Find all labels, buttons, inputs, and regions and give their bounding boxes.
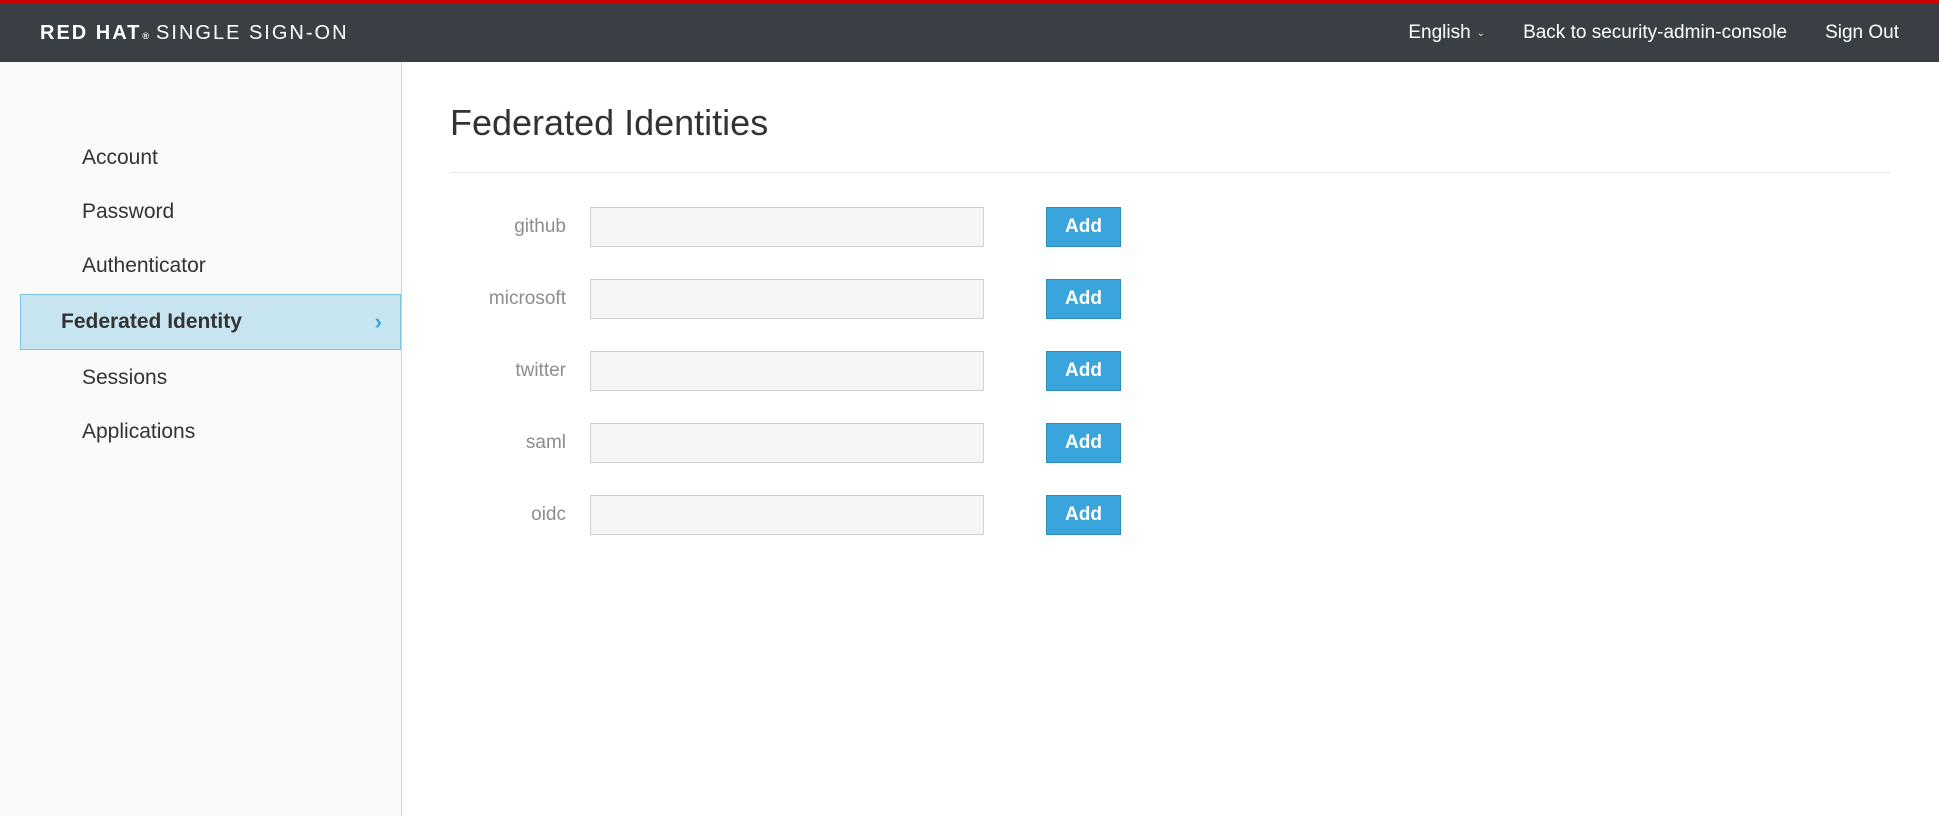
sidebar-item-account[interactable]: Account›	[20, 132, 381, 184]
provider-input-twitter	[590, 351, 984, 391]
add-button-microsoft[interactable]: Add	[1046, 279, 1121, 319]
sidebar-item-label: Account	[82, 146, 158, 170]
brand-strong: RED HAT	[40, 22, 141, 45]
sidebar-item-label: Password	[82, 200, 174, 224]
chevron-down-icon: ⌄	[1477, 28, 1485, 39]
provider-row-twitter: twitter Add	[450, 351, 1891, 391]
sign-out-label: Sign Out	[1825, 22, 1899, 44]
main-wrap: Account›Password›Authenticator›Federated…	[0, 62, 1939, 816]
provider-row-github: github Add	[450, 207, 1891, 247]
add-button-twitter[interactable]: Add	[1046, 351, 1121, 391]
brand-light: SINGLE SIGN-ON	[156, 22, 348, 45]
chevron-right-icon: ›	[375, 309, 382, 335]
brand-registered-icon: ®	[142, 31, 150, 41]
sidebar-item-label: Federated Identity	[61, 310, 242, 334]
back-link[interactable]: Back to security-admin-console	[1523, 22, 1787, 44]
brand-logo[interactable]: RED HAT ® SINGLE SIGN-ON	[40, 22, 349, 45]
sidebar-item-label: Applications	[82, 420, 195, 444]
sidebar-item-sessions[interactable]: Sessions›	[20, 352, 381, 404]
top-links: English ⌄ Back to security-admin-console…	[1408, 22, 1899, 44]
provider-row-saml: saml Add	[450, 423, 1891, 463]
provider-label-microsoft: microsoft	[450, 288, 590, 310]
add-button-github[interactable]: Add	[1046, 207, 1121, 247]
divider	[450, 172, 1891, 173]
provider-row-microsoft: microsoft Add	[450, 279, 1891, 319]
provider-label-saml: saml	[450, 432, 590, 454]
sign-out-link[interactable]: Sign Out	[1825, 22, 1899, 44]
top-navbar: RED HAT ® SINGLE SIGN-ON English ⌄ Back …	[0, 4, 1939, 62]
content-area: Federated Identities github Add microsoft A…	[402, 62, 1939, 816]
provider-input-saml	[590, 423, 984, 463]
provider-row-oidc: oidc Add	[450, 495, 1891, 535]
add-button-oidc[interactable]: Add	[1046, 495, 1121, 535]
sidebar-item-federated-identity[interactable]: Federated Identity ›	[20, 294, 401, 350]
add-button-saml[interactable]: Add	[1046, 423, 1121, 463]
sidebar-item-label: Sessions	[82, 366, 167, 390]
language-label: English	[1408, 22, 1470, 44]
provider-label-twitter: twitter	[450, 360, 590, 382]
language-selector[interactable]: English ⌄	[1408, 22, 1485, 44]
sidebar-item-label: Authenticator	[82, 254, 206, 278]
sidebar-item-password[interactable]: Password›	[20, 186, 381, 238]
sidebar: Account›Password›Authenticator›Federated…	[0, 62, 402, 816]
page-title: Federated Identities	[450, 102, 1891, 144]
provider-input-microsoft	[590, 279, 984, 319]
provider-input-oidc	[590, 495, 984, 535]
provider-label-oidc: oidc	[450, 504, 590, 526]
back-link-label: Back to security-admin-console	[1523, 22, 1787, 44]
sidebar-item-applications[interactable]: Applications›	[20, 406, 381, 458]
provider-label-github: github	[450, 216, 590, 238]
providers-list: githubAddmicrosoftAddtwitterAddsamlAddoi…	[450, 207, 1891, 535]
sidebar-item-authenticator[interactable]: Authenticator›	[20, 240, 381, 292]
provider-input-github	[590, 207, 984, 247]
